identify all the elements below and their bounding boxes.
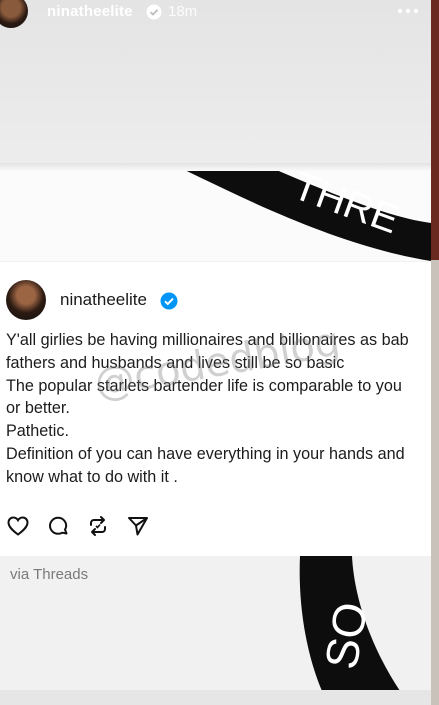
verified-badge-icon (146, 4, 162, 20)
heart-icon[interactable] (6, 514, 30, 538)
post-line: Y'all girlies be having millionaires and… (6, 331, 409, 349)
more-horizontal-icon[interactable] (396, 2, 420, 20)
swoosh-graphic: THRE (170, 163, 431, 261)
post-line: Definition of you can have everything in… (6, 444, 405, 463)
comment-icon[interactable] (46, 514, 70, 538)
post-text: Y'all girlies be having millionaires and… (6, 329, 434, 489)
shared-image-top: THRE (0, 163, 431, 261)
story-timestamp: 18m (168, 3, 198, 20)
shade (0, 163, 431, 171)
post-avatar[interactable] (6, 280, 46, 320)
story-avatar[interactable] (0, 0, 28, 28)
via-threads-caption: via Threads (10, 566, 89, 583)
post-line: or better. (6, 399, 70, 418)
post-line: The popular starlets bartender life is c… (6, 376, 402, 395)
story-username[interactable]: ninatheelite (47, 3, 133, 20)
post-username[interactable]: ninatheelite (60, 290, 147, 310)
threads-post-card[interactable]: ninatheelite Y'all girlies be having mil… (0, 262, 431, 556)
bottom-band (0, 690, 431, 705)
repost-icon[interactable] (86, 514, 110, 538)
verified-badge-icon (160, 292, 178, 310)
post-line: Pathetic. (6, 422, 69, 441)
post-line: know what to do with it . (6, 467, 178, 486)
post-line: fathers and husbands and lives still be … (6, 353, 345, 372)
story-header: ninatheelite 18m (0, 0, 431, 30)
share-icon[interactable] (126, 514, 150, 538)
